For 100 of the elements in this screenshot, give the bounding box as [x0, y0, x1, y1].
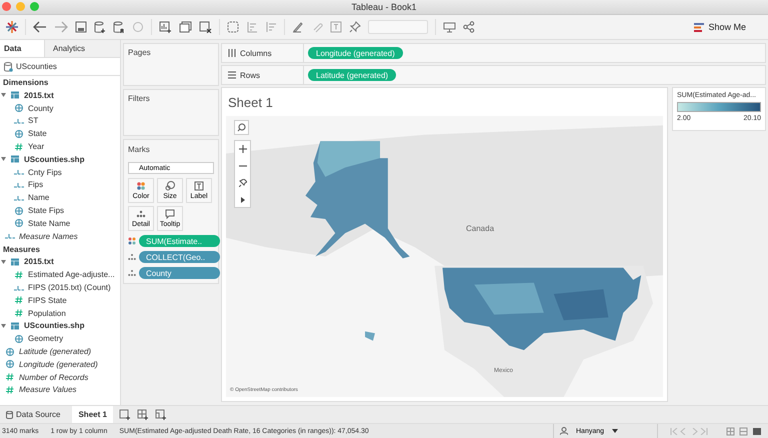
highlight-icon[interactable] [292, 21, 304, 33]
field-item[interactable]: Cnty Fips [28, 168, 62, 177]
search-button[interactable] [234, 120, 249, 135]
abc-icon [14, 194, 24, 202]
view-mode-icon[interactable] [726, 426, 762, 436]
card-title: Pages [128, 48, 151, 57]
database-icon [4, 62, 13, 72]
search-icon [237, 123, 246, 132]
card-title: Filters [128, 94, 150, 103]
user-icon [560, 427, 568, 435]
datasource-name[interactable]: UScounties [16, 62, 57, 71]
number-icon [5, 386, 15, 394]
globe-icon [14, 219, 24, 228]
field-item[interactable]: Fips [28, 180, 44, 190]
field-item[interactable]: Latitude (generated) [19, 347, 92, 356]
field-item[interactable]: UScounties.shp [24, 154, 84, 164]
globe-icon [5, 360, 15, 368]
number-icon [14, 309, 24, 318]
abc-icon [14, 180, 24, 189]
play-icon [240, 196, 246, 202]
field-item[interactable]: Longitude (generated) [19, 360, 98, 369]
globe-icon [14, 206, 24, 215]
field-item[interactable]: UScounties.shp [24, 321, 84, 330]
new-worksheet-icon[interactable] [159, 21, 172, 33]
number-icon [14, 296, 24, 304]
table-icon [10, 322, 20, 330]
field-item[interactable]: Population [28, 308, 66, 318]
caret-icon [612, 429, 618, 433]
pin-icon[interactable] [349, 21, 361, 33]
detail-dots-icon [128, 253, 136, 261]
detail-icon [136, 209, 146, 219]
field-item[interactable]: 2015.txt [24, 257, 54, 266]
size-icon [165, 181, 175, 191]
collapse-caret-icon[interactable] [1, 260, 6, 264]
pause-datasource-icon[interactable] [113, 20, 125, 34]
field-item[interactable]: Number of Records [19, 372, 88, 382]
field-item[interactable]: Measure Names [19, 232, 78, 241]
presentation-icon[interactable] [443, 21, 456, 33]
globe-icon [14, 104, 24, 112]
plus-icon [238, 144, 246, 152]
globe-icon [14, 130, 24, 138]
sheet-tab[interactable]: Sheet 1 [72, 406, 113, 423]
abc-icon [14, 284, 24, 292]
field-item[interactable]: ST [28, 116, 38, 126]
rows-icon [228, 71, 236, 79]
label-icon [194, 181, 204, 191]
bars-icon [694, 22, 704, 32]
field-item[interactable]: 2015.txt [24, 90, 54, 100]
field-item[interactable]: Name [28, 193, 50, 202]
field-item[interactable]: Year [28, 142, 44, 152]
new-story-icon[interactable] [154, 409, 167, 420]
shelf-label: Rows [240, 70, 260, 80]
logo-icon[interactable] [6, 21, 18, 33]
duplicate-sheet-icon[interactable] [179, 21, 192, 33]
number-icon [14, 142, 24, 151]
tooltip-icon [165, 209, 175, 219]
table-icon [10, 258, 20, 266]
number-icon [14, 270, 24, 279]
globe-icon [5, 348, 15, 356]
pin-icon [238, 178, 246, 186]
collapse-caret-icon[interactable] [1, 157, 6, 162]
collapse-caret-icon[interactable] [1, 93, 6, 98]
database-icon [6, 410, 13, 418]
save-icon[interactable] [75, 21, 87, 33]
clear-sheet-icon[interactable] [199, 21, 212, 33]
field-item[interactable]: FIPS (2015.txt) (Count) [28, 283, 111, 292]
window-title: Tableau - Book1 [351, 2, 417, 12]
color-icon [136, 181, 146, 191]
back-arrow-icon[interactable] [33, 21, 47, 33]
color-dots-icon [128, 237, 136, 245]
globe-icon [14, 334, 24, 343]
country-label: Canada [466, 224, 494, 233]
field-item[interactable]: Measure Values [19, 385, 77, 394]
abc-icon [5, 232, 15, 240]
field-item[interactable]: State Name [28, 218, 70, 228]
show-me-button[interactable]: Show Me [692, 20, 748, 34]
new-dashboard-icon[interactable] [136, 409, 149, 420]
abc-icon [14, 116, 24, 125]
add-datasource-icon[interactable] [94, 20, 106, 34]
field-item[interactable]: FIPS State [28, 296, 67, 305]
close-icon[interactable] [2, 2, 11, 11]
share-icon[interactable] [463, 21, 475, 33]
collapse-caret-icon[interactable] [1, 324, 6, 328]
side-tab[interactable]: Analytics [44, 40, 120, 57]
table-icon [10, 91, 20, 100]
abc-icon [14, 168, 24, 176]
field-item[interactable]: County [28, 104, 54, 113]
new-worksheet-icon[interactable] [118, 409, 131, 420]
paperclip-icon[interactable] [311, 21, 323, 33]
field-item[interactable]: State Fips [28, 206, 64, 216]
number-icon [5, 373, 15, 382]
field-item[interactable]: Geometry [28, 334, 64, 344]
sheet-title: Sheet 1 [227, 94, 274, 112]
section-heading: Measures [3, 244, 40, 254]
sheet-tab[interactable]: Data Source [0, 406, 66, 423]
field-item[interactable]: Estimated Age-adjuste... [28, 270, 115, 280]
columns-icon [228, 49, 236, 57]
field-item[interactable]: State [28, 129, 47, 138]
shelf-label: Columns [240, 48, 272, 58]
section-heading: Dimensions [3, 78, 48, 87]
